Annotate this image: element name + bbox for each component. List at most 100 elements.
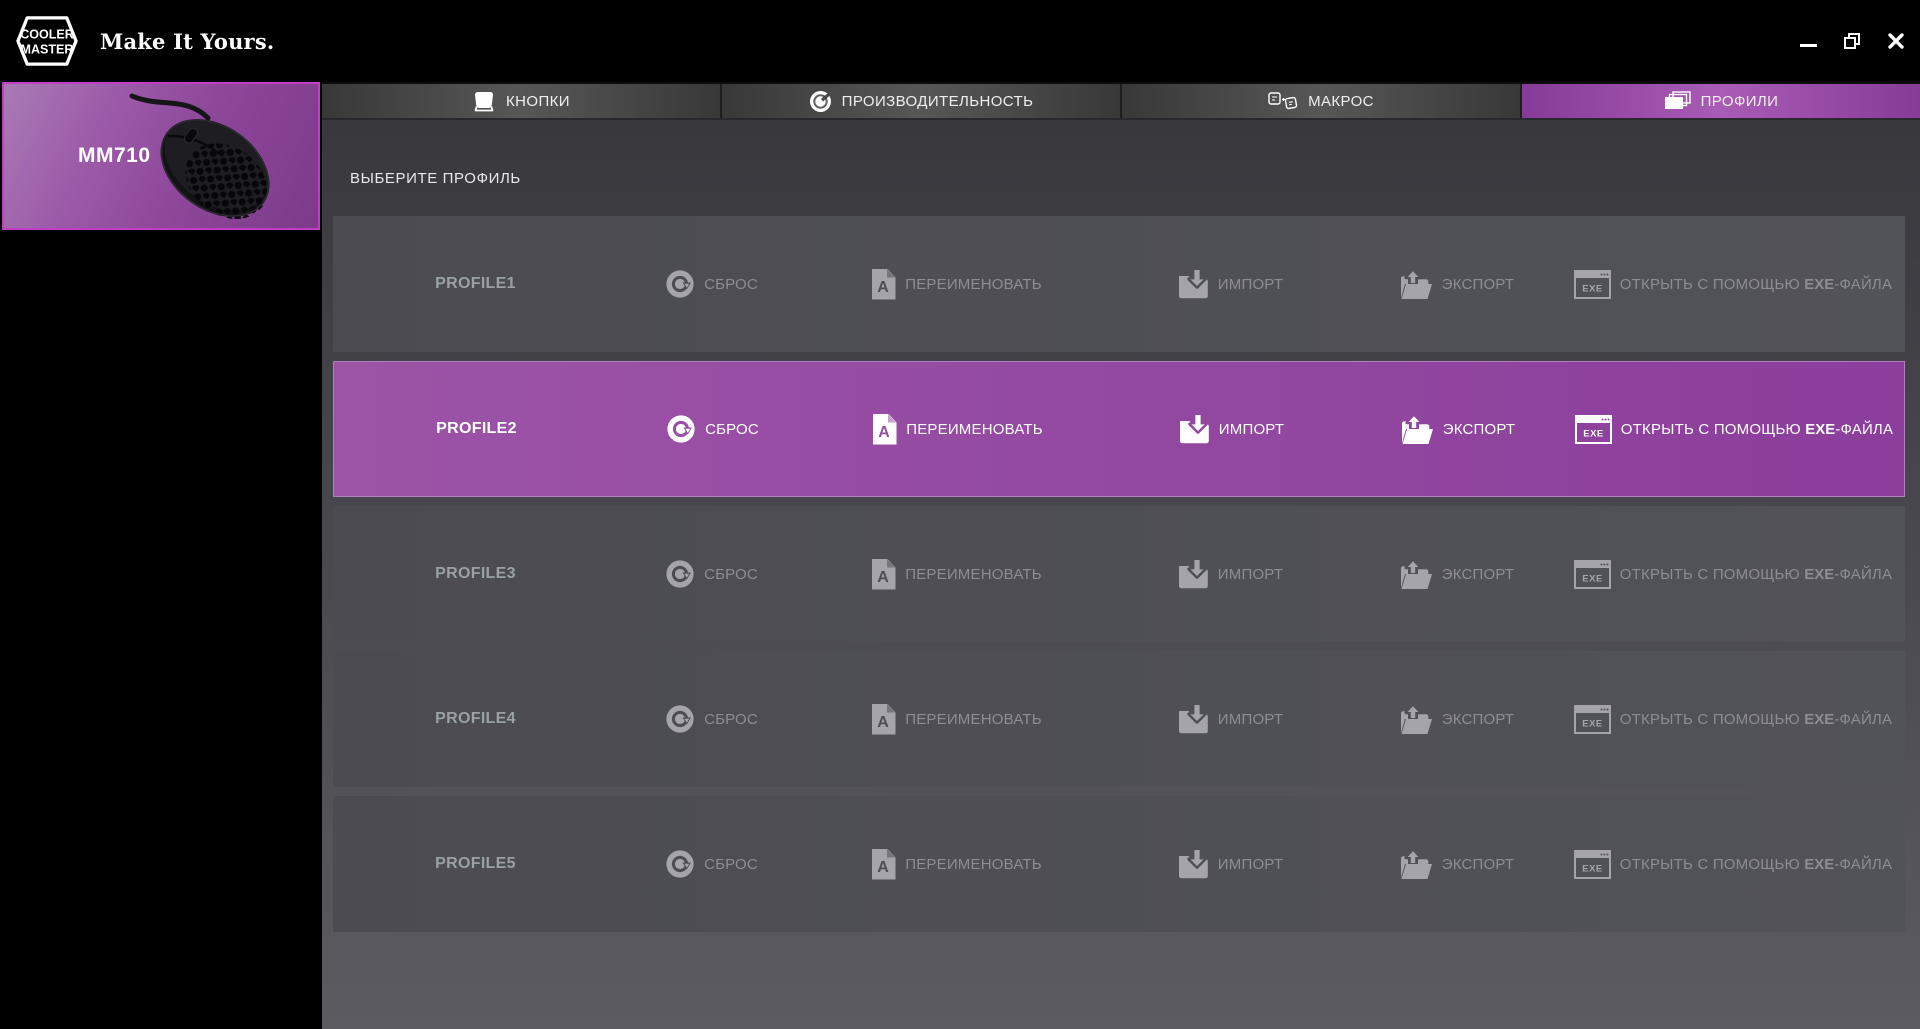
import-icon [1178,704,1209,734]
export-icon [1400,849,1433,880]
window-controls [1798,0,1906,82]
reset-button[interactable]: СБРОС [619,362,806,496]
open-with-exe-button[interactable]: EXE ОТКРЫТЬ С ПОМОЩЬЮ EXE-ФАЙЛА [1561,506,1905,642]
export-icon [1400,269,1433,300]
rename-button[interactable]: A ПЕРЕИМЕНОВАТЬ [805,651,1108,787]
profile-name-cell: PROFILE4 [333,651,618,787]
open-with-exe-label: ОТКРЫТЬ С ПОМОЩЬЮ EXE-ФАЙЛА [1619,565,1893,583]
rename-button[interactable]: A ПЕРЕИМЕНОВАТЬ [806,362,1109,496]
import-button[interactable]: ИМПОРТ [1109,362,1354,496]
logo-text-top: COOLER [20,27,74,41]
open-with-exe-button[interactable]: EXE ОТКРЫТЬ С ПОМОЩЬЮ EXE-ФАЙЛА [1561,651,1905,787]
tab-macro[interactable]: МАКРОС [1122,84,1522,118]
export-button[interactable]: ЭКСПОРТ [1353,651,1561,787]
open-with-exe-button[interactable]: EXE ОТКРЫТЬ С ПОМОЩЬЮ EXE-ФАЙЛА [1561,796,1905,932]
rename-button[interactable]: A ПЕРЕИМЕНОВАТЬ [805,796,1108,932]
reset-icon [665,559,695,589]
sidebar: MM710 [0,82,322,1029]
gauge-icon [809,90,832,113]
export-icon [1400,559,1433,590]
import-label: ИМПОРТ [1217,710,1284,728]
exe-window-icon: EXE [1573,849,1611,879]
svg-text:EXE: EXE [1582,718,1603,729]
brand: COOLER MASTER Make It Yours. [0,11,274,71]
rename-icon: A [871,268,896,300]
exe-window-icon: EXE [1573,704,1611,734]
app-body: MM710 КНОПКИ ПРОИЗВОДИТЕЛЬНОСТЬ МАКРОС П… [0,82,1920,1029]
profile-row[interactable]: PROFILE2 СБРОС ПЕРЕИМЕНОВАТЬ ИМПОРТ ЭКСП… [333,361,1905,497]
open-with-exe-button[interactable]: EXE ОТКРЫТЬ С ПОМОЩЬЮ EXE-ФАЙЛА [1561,216,1905,352]
reset-label: СБРОС [705,420,759,438]
tab-bar: КНОПКИ ПРОИЗВОДИТЕЛЬНОСТЬ МАКРОС ПРОФИЛИ [322,82,1920,120]
profile-row[interactable]: PROFILE1 СБРОС ПЕРЕИМЕНОВАТЬ ИМПОРТ ЭКСП… [333,216,1905,352]
cooler-master-logo-icon: COOLER MASTER [16,16,78,66]
tab-label: ПРОИЗВОДИТЕЛЬНОСТЬ [841,92,1034,110]
profile-name-cell: PROFILE5 [333,796,618,932]
reset-icon [665,704,695,734]
svg-text:EXE: EXE [1582,573,1603,584]
open-with-exe-label: ОТКРЫТЬ С ПОМОЩЬЮ EXE-ФАЙЛА [1619,855,1893,873]
profile-row[interactable]: PROFILE5 СБРОС ПЕРЕИМЕНОВАТЬ ИМПОРТ ЭКСП… [333,796,1905,932]
profile-name: PROFILE1 [435,275,516,292]
export-button[interactable]: ЭКСПОРТ [1353,506,1561,642]
import-label: ИМПОРТ [1217,565,1284,583]
titlebar: COOLER MASTER Make It Yours. [0,0,1920,82]
profile-row[interactable]: PROFILE3 СБРОС ПЕРЕИМЕНОВАТЬ ИМПОРТ ЭКСП… [333,506,1905,642]
import-button[interactable]: ИМПОРТ [1108,506,1353,642]
profile-name-cell: PROFILE2 [334,362,619,496]
minimize-button[interactable] [1798,31,1818,51]
open-with-exe-label: ОТКРЫТЬ С ПОМОЩЬЮ EXE-ФАЙЛА [1619,275,1893,293]
svg-text:EXE: EXE [1583,428,1604,439]
open-with-exe-button[interactable]: EXE ОТКРЫТЬ С ПОМОЩЬЮ EXE-ФАЙЛА [1562,362,1906,496]
profile-list: PROFILE1 СБРОС ПЕРЕИМЕНОВАТЬ ИМПОРТ ЭКСП… [333,216,1905,932]
close-button[interactable] [1886,31,1906,51]
reset-button[interactable]: СБРОС [618,796,805,932]
restore-button[interactable] [1842,31,1862,51]
reset-button[interactable]: СБРОС [618,216,805,352]
rename-button[interactable]: A ПЕРЕИМЕНОВАТЬ [805,216,1108,352]
rename-icon: A [871,558,896,590]
export-icon [1401,414,1434,445]
profiles-page: ВЫБЕРИТЕ ПРОФИЛЬ PROFILE1 СБРОС ПЕРЕИМЕН… [322,120,1920,1029]
import-button[interactable]: ИМПОРТ [1108,651,1353,787]
export-button[interactable]: ЭКСПОРТ [1353,796,1561,932]
device-card-mm710[interactable]: MM710 [2,82,320,230]
profile-name-cell: PROFILE3 [333,506,618,642]
rename-label: ПЕРЕИМЕНОВАТЬ [905,855,1042,873]
mouse-buttons-icon [472,91,496,112]
export-button[interactable]: ЭКСПОРТ [1354,362,1562,496]
open-with-exe-label: ОТКРЫТЬ С ПОМОЩЬЮ EXE-ФАЙЛА [1619,710,1893,728]
import-button[interactable]: ИМПОРТ [1108,796,1353,932]
close-icon [1888,33,1904,49]
rename-label: ПЕРЕИМЕНОВАТЬ [905,275,1042,293]
export-button[interactable]: ЭКСПОРТ [1353,216,1561,352]
import-label: ИМПОРТ [1217,855,1284,873]
import-label: ИМПОРТ [1218,420,1285,438]
profile-name: PROFILE2 [436,420,517,437]
rename-button[interactable]: A ПЕРЕИМЕНОВАТЬ [805,506,1108,642]
profile-row[interactable]: PROFILE4 СБРОС ПЕРЕИМЕНОВАТЬ ИМПОРТ ЭКСП… [333,651,1905,787]
export-label: ЭКСПОРТ [1441,275,1515,293]
tab-buttons[interactable]: КНОПКИ [322,84,722,118]
tab-performance[interactable]: ПРОИЗВОДИТЕЛЬНОСТЬ [722,84,1122,118]
exe-window-icon: EXE [1573,269,1611,299]
restore-icon [1844,33,1860,49]
import-button[interactable]: ИМПОРТ [1108,216,1353,352]
reset-icon [666,414,696,444]
exe-window-icon: EXE [1573,559,1611,589]
export-label: ЭКСПОРТ [1441,855,1515,873]
svg-text:EXE: EXE [1582,863,1603,874]
reset-label: СБРОС [704,565,758,583]
tab-profiles[interactable]: ПРОФИЛИ [1522,84,1920,118]
macro-keys-icon [1268,92,1298,110]
reset-label: СБРОС [704,275,758,293]
rename-label: ПЕРЕИМЕНОВАТЬ [906,420,1043,438]
import-icon [1178,559,1209,589]
export-label: ЭКСПОРТ [1441,565,1515,583]
tab-label: МАКРОС [1308,92,1374,110]
rename-label: ПЕРЕИМЕНОВАТЬ [905,565,1042,583]
reset-button[interactable]: СБРОС [618,651,805,787]
logo-text-bottom: MASTER [21,43,74,57]
rename-icon: A [871,703,896,735]
reset-button[interactable]: СБРОС [618,506,805,642]
